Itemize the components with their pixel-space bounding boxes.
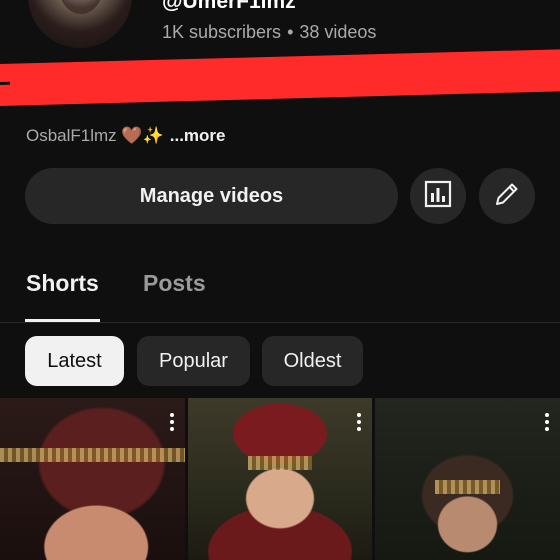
pencil-icon <box>492 179 522 214</box>
channel-banner <box>0 49 560 106</box>
banner-mark <box>0 81 10 85</box>
more-vert-icon[interactable] <box>544 412 550 437</box>
thumbnail-detail <box>248 456 312 470</box>
more-vert-icon[interactable] <box>356 412 362 437</box>
chip-oldest[interactable]: Oldest <box>262 336 363 386</box>
channel-handle: @UmerF1lmz <box>162 0 296 13</box>
analytics-button[interactable] <box>410 168 466 224</box>
more-vert-icon[interactable] <box>169 412 175 437</box>
analytics-icon <box>423 179 453 214</box>
short-thumbnail[interactable] <box>375 398 560 560</box>
tabs-divider <box>0 322 560 323</box>
short-thumbnail[interactable] <box>188 398 372 560</box>
short-thumbnail[interactable] <box>0 398 185 560</box>
video-count: 38 videos <box>299 22 377 42</box>
channel-avatar[interactable] <box>28 0 132 48</box>
stats-separator: • <box>287 22 294 42</box>
thumbnail-detail <box>0 448 185 462</box>
description-text: OsbalF1lmz 🤎✨ <box>26 126 164 145</box>
more-link[interactable]: ...more <box>170 126 226 145</box>
tab-shorts[interactable]: Shorts <box>26 270 99 297</box>
tab-posts[interactable]: Posts <box>143 270 206 297</box>
edit-channel-button[interactable] <box>479 168 535 224</box>
manage-videos-button[interactable]: Manage videos <box>25 168 398 224</box>
thumbnail-detail <box>435 480 500 494</box>
chip-popular[interactable]: Popular <box>137 336 250 386</box>
channel-description[interactable]: OsbalF1lmz 🤎✨ ...more <box>26 126 226 146</box>
channel-stats: 1K subscribers • 38 videos <box>162 22 376 43</box>
chip-latest[interactable]: Latest <box>25 336 124 386</box>
subscriber-count: 1K subscribers <box>162 22 282 42</box>
